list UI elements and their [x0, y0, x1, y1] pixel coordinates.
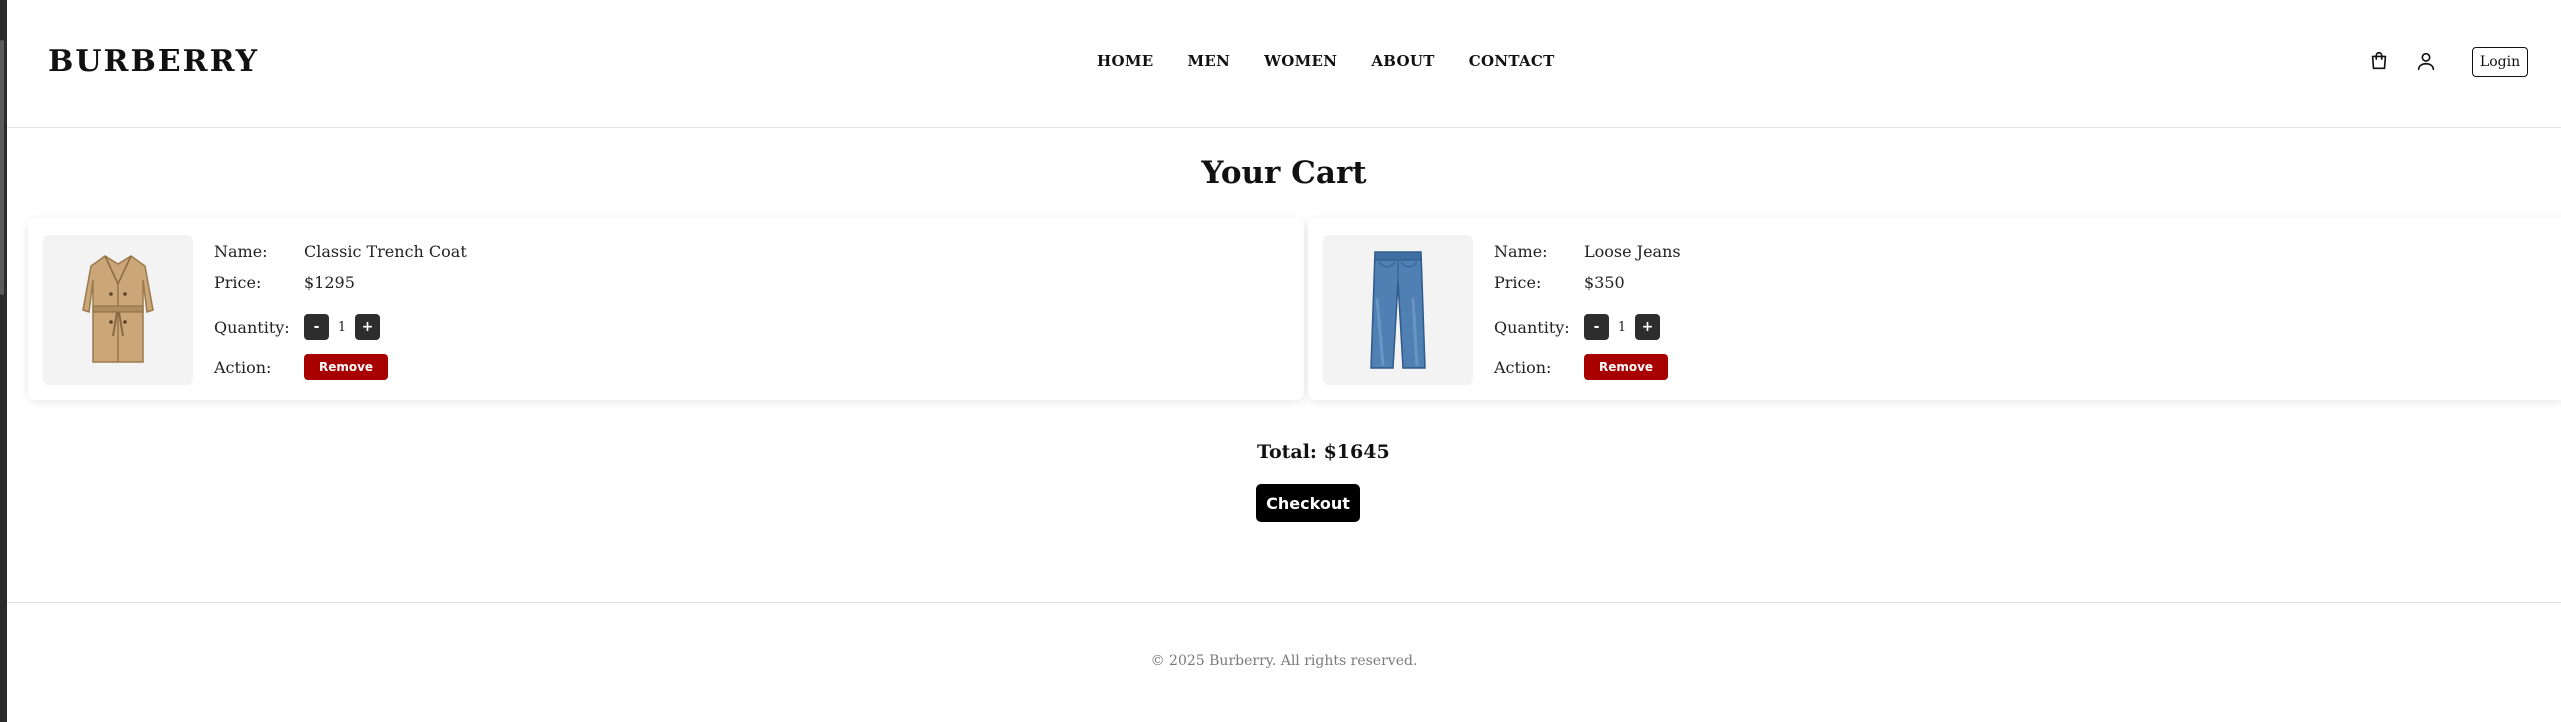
nav-link-contact[interactable]: CONTACT [1469, 52, 1555, 70]
name-label: Name: [214, 242, 268, 261]
item-price: $1295 [304, 273, 355, 292]
checkout-button[interactable]: Checkout [1256, 484, 1360, 522]
price-label: Price: [214, 273, 262, 292]
remove-button[interactable]: Remove [304, 354, 388, 380]
quantity-value: 1 [1617, 319, 1627, 335]
action-label: Action: [214, 357, 272, 377]
item-name: Classic Trench Coat [304, 242, 467, 261]
decrement-button[interactable]: - [304, 314, 329, 340]
nav-link-men[interactable]: MEN [1187, 52, 1230, 70]
main-nav: HOME MEN WOMEN ABOUT CONTACT [1097, 52, 1555, 70]
cart-item: Name: Loose Jeans Price: $350 Quantity: … [1308, 218, 2561, 400]
login-button[interactable]: Login [2472, 47, 2528, 77]
cart-icon[interactable] [2368, 50, 2390, 72]
copyright-text: © 2025 Burberry. All rights reserved. [1150, 653, 1418, 669]
item-name: Loose Jeans [1584, 242, 1681, 261]
nav-link-women[interactable]: WOMEN [1264, 52, 1337, 70]
navbar: BURBERRY HOME MEN WOMEN ABOUT CONTACT Lo… [7, 0, 2561, 128]
page: BURBERRY HOME MEN WOMEN ABOUT CONTACT Lo… [7, 0, 2561, 722]
user-icon[interactable] [2415, 50, 2437, 72]
nav-link-about[interactable]: ABOUT [1371, 52, 1434, 70]
page-title: Your Cart [1201, 155, 1367, 191]
brand-logo[interactable]: BURBERRY [48, 44, 259, 79]
remove-button[interactable]: Remove [1584, 354, 1668, 380]
name-label: Name: [1494, 242, 1548, 261]
jeans-image [1323, 235, 1473, 385]
quantity-value: 1 [337, 319, 347, 335]
quantity-label: Quantity: [1494, 317, 1570, 337]
browser-edge [0, 0, 7, 722]
price-label: Price: [1494, 273, 1542, 292]
cart-item: Name: Classic Trench Coat Price: $1295 Q… [28, 218, 1304, 400]
nav-link-home[interactable]: HOME [1097, 52, 1153, 70]
decrement-button[interactable]: - [1584, 314, 1609, 340]
footer: © 2025 Burberry. All rights reserved. [7, 602, 2561, 722]
scrollbar-thumb[interactable] [0, 40, 4, 295]
action-label: Action: [1494, 357, 1552, 377]
quantity-label: Quantity: [214, 317, 290, 337]
increment-button[interactable]: + [1635, 314, 1660, 340]
item-price: $350 [1584, 273, 1625, 292]
increment-button[interactable]: + [355, 314, 380, 340]
trench-coat-image [43, 235, 193, 385]
cart-total: Total: $1645 [1257, 441, 1390, 463]
